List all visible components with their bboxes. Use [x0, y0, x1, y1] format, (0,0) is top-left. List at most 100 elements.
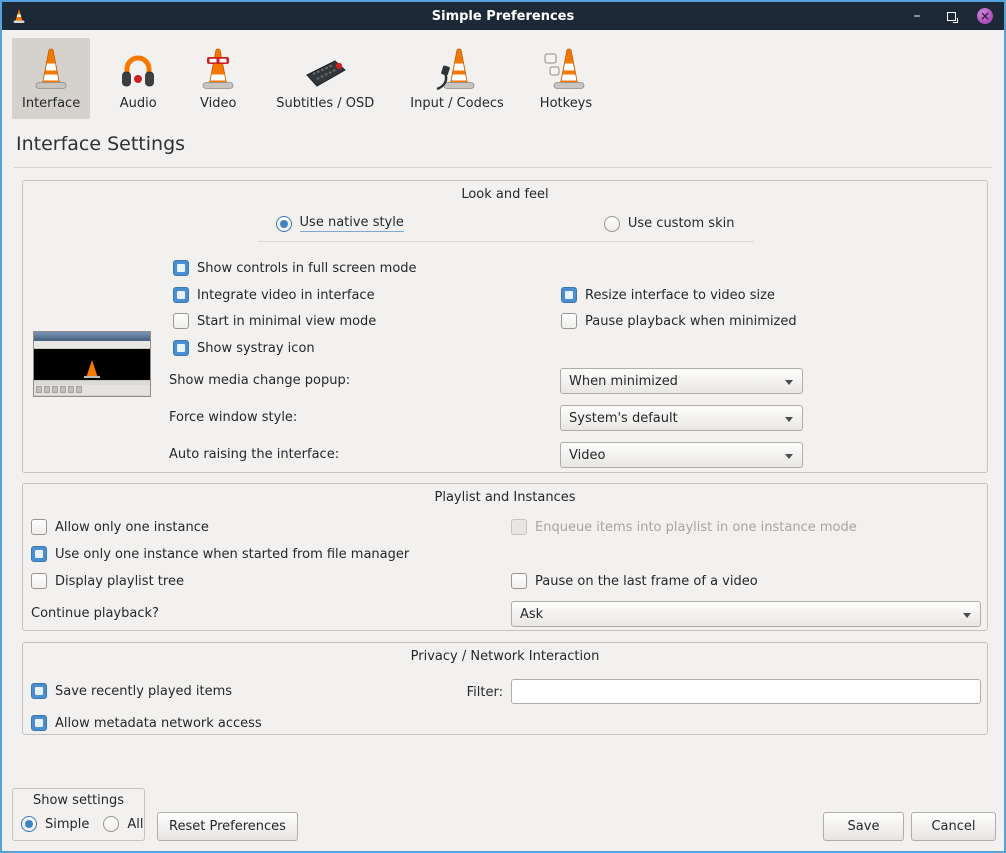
radio-circle[interactable] [604, 216, 620, 232]
checkbox-integrate-video[interactable]: Integrate video in interface [173, 285, 375, 305]
checkbox-box [511, 519, 527, 535]
checkbox-box[interactable] [31, 683, 47, 699]
checkbox-box[interactable] [31, 715, 47, 731]
preview-titlebar [34, 332, 150, 341]
checkbox-resize-to-video[interactable]: Resize interface to video size [561, 285, 775, 305]
checkbox-label: Integrate video in interface [197, 288, 375, 303]
checkbox-label: Show systray icon [197, 341, 315, 356]
group-title: Look and feel [23, 187, 987, 202]
preview-menubar [34, 341, 150, 349]
tab-interface[interactable]: Interface [12, 38, 90, 119]
save-button[interactable]: Save [823, 812, 904, 841]
titlebar[interactable]: Simple Preferences – × [2, 2, 1004, 30]
radio-circle[interactable] [21, 816, 37, 832]
checkbox-one-instance-file-manager[interactable]: Use only one instance when started from … [31, 544, 409, 564]
checkbox-label: Display playlist tree [55, 574, 184, 589]
simple-preferences-window: Simple Preferences – × Interface [0, 0, 1006, 853]
auto-raising-dropdown[interactable]: Video [560, 442, 803, 468]
tab-label: Hotkeys [540, 96, 592, 111]
radio-simple[interactable]: Simple [21, 816, 89, 832]
checkbox-box[interactable] [31, 573, 47, 589]
checkbox-box[interactable] [31, 546, 47, 562]
checkbox-start-minimal-view[interactable]: Start in minimal view mode [173, 311, 376, 331]
checkbox-save-recent[interactable]: Save recently played items [31, 681, 232, 701]
checkbox-box[interactable] [173, 287, 189, 303]
group-privacy-network: Privacy / Network Interaction Save recen… [22, 642, 988, 735]
close-button[interactable]: × [976, 7, 994, 25]
checkbox-enqueue-one-instance: Enqueue items into playlist in one insta… [511, 517, 857, 537]
radio-use-custom-skin[interactable]: Use custom skin [604, 215, 735, 232]
heading-divider [14, 167, 992, 168]
style-radio-row: Use native style Use custom skin [23, 215, 987, 232]
checkbox-box[interactable] [173, 260, 189, 276]
group-look-and-feel: Look and feel Use native style Use custo… [22, 180, 988, 473]
window-controls: – × [908, 7, 994, 25]
checkbox-label: Allow metadata network access [55, 716, 262, 731]
preview-video-area [34, 349, 150, 380]
hotkeys-cone-keys-icon [542, 44, 590, 92]
radio-label: Use custom skin [628, 216, 735, 231]
tab-audio[interactable]: Audio [106, 38, 170, 119]
tab-subtitles-osd[interactable]: Subtitles / OSD [266, 38, 384, 119]
preview-cone-icon [86, 360, 98, 378]
checkbox-label: Pause on the last frame of a video [535, 574, 758, 589]
checkbox-box[interactable] [561, 287, 577, 303]
input-codecs-cone-cable-icon [433, 44, 481, 92]
tab-input-codecs[interactable]: Input / Codecs [400, 38, 514, 119]
checkbox-box[interactable] [173, 313, 189, 329]
tab-label: Video [200, 96, 236, 111]
dropdown-value: System's default [569, 411, 678, 426]
filter-label: Filter: [441, 683, 503, 703]
tab-video[interactable]: Video [186, 38, 250, 119]
checkbox-label: Allow only one instance [55, 520, 209, 535]
auto-raising-label: Auto raising the interface: [169, 445, 339, 465]
page-title: Interface Settings [16, 133, 185, 155]
radio-label: Use native style [300, 215, 404, 232]
checkbox-pause-when-minimized[interactable]: Pause playback when minimized [561, 311, 797, 331]
checkbox-label: Start in minimal view mode [197, 314, 376, 329]
radio-circle[interactable] [276, 216, 292, 232]
window-title: Simple Preferences [2, 9, 1004, 24]
group-show-settings: Show settings Simple All [12, 788, 145, 841]
radio-use-native-style[interactable]: Use native style [276, 215, 404, 232]
group-title: Show settings [13, 793, 144, 808]
tab-hotkeys[interactable]: Hotkeys [530, 38, 602, 119]
restore-button[interactable] [942, 7, 960, 25]
checkbox-metadata-network-access[interactable]: Allow metadata network access [31, 713, 262, 733]
checkbox-display-playlist-tree[interactable]: Display playlist tree [31, 571, 184, 591]
force-window-style-dropdown[interactable]: System's default [560, 405, 803, 431]
filter-input[interactable] [511, 679, 981, 704]
checkbox-label: Pause playback when minimized [585, 314, 797, 329]
continue-playback-dropdown[interactable]: Ask [511, 601, 981, 627]
video-cone-glasses-icon [196, 44, 240, 92]
radio-all[interactable]: All [103, 816, 143, 832]
continue-playback-label: Continue playback? [31, 604, 159, 624]
tab-label: Subtitles / OSD [276, 96, 374, 111]
checkbox-label: Resize interface to video size [585, 288, 775, 303]
dropdown-value: Video [569, 448, 605, 463]
cancel-button[interactable]: Cancel [911, 812, 996, 841]
close-icon: × [977, 8, 993, 24]
category-toolbar: Interface Audio [12, 38, 602, 119]
group-title: Privacy / Network Interaction [23, 649, 987, 664]
radio-circle[interactable] [103, 816, 119, 832]
media-change-popup-label: Show media change popup: [169, 371, 350, 391]
checkbox-pause-last-frame[interactable]: Pause on the last frame of a video [511, 571, 758, 591]
checkbox-box[interactable] [511, 573, 527, 589]
checkbox-show-controls-fullscreen[interactable]: Show controls in full screen mode [173, 258, 417, 278]
subtitles-keyboard-icon [299, 44, 351, 92]
vlc-cone-app-icon [12, 6, 30, 26]
checkbox-show-systray[interactable]: Show systray icon [173, 338, 315, 358]
minimize-button[interactable]: – [908, 7, 926, 25]
force-window-style-label: Force window style: [169, 408, 297, 428]
checkbox-label: Save recently played items [55, 684, 232, 699]
checkbox-allow-one-instance[interactable]: Allow only one instance [31, 517, 209, 537]
checkbox-box[interactable] [31, 519, 47, 535]
checkbox-box[interactable] [561, 313, 577, 329]
preview-controls [34, 385, 150, 395]
radio-label: Simple [45, 817, 89, 832]
minimize-icon: – [914, 7, 921, 25]
media-change-popup-dropdown[interactable]: When minimized [560, 368, 803, 394]
reset-preferences-button[interactable]: Reset Preferences [157, 812, 298, 841]
checkbox-box[interactable] [173, 340, 189, 356]
